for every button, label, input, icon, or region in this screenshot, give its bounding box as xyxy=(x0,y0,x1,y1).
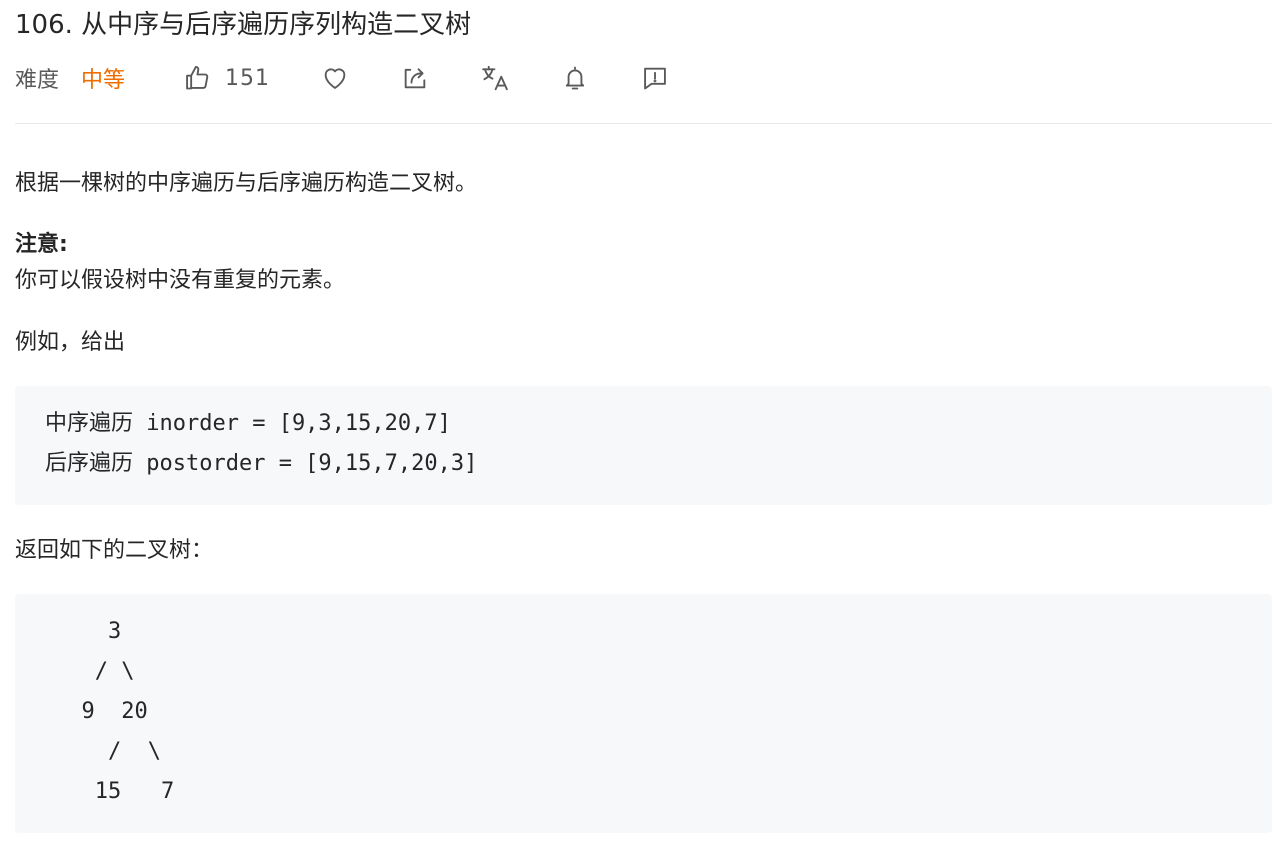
difficulty-value: 中等 xyxy=(81,68,126,93)
difficulty: 难度 中等 xyxy=(15,58,125,98)
share-icon xyxy=(401,64,429,92)
result-intro: 返回如下的二叉树： xyxy=(15,538,214,563)
problem-meta-bar: 难度 中等 151 xyxy=(15,58,715,98)
example-code-block: 中序遍历 inorder = [9,3,15,20,7] 后序遍历 postor… xyxy=(15,386,1272,505)
like-button[interactable]: 151 xyxy=(183,58,270,98)
feedback-button[interactable] xyxy=(639,58,671,98)
difficulty-label: 难度 xyxy=(15,68,60,93)
translate-button[interactable] xyxy=(479,58,511,98)
tree-code-block: 3 / \ 9 20 / \ 15 7 xyxy=(15,594,1272,833)
like-count: 151 xyxy=(225,65,270,91)
header-divider xyxy=(15,123,1272,124)
problem-intro: 根据一棵树的中序遍历与后序遍历构造二叉树。 xyxy=(15,171,478,196)
example-code: 中序遍历 inorder = [9,3,15,20,7] 后序遍历 postor… xyxy=(45,411,478,476)
problem-title: 106. 从中序与后序遍历序列构造二叉树 xyxy=(15,10,472,40)
thumbs-up-icon xyxy=(183,64,211,92)
example-intro: 例如，给出 xyxy=(15,330,126,355)
subscribe-button[interactable] xyxy=(559,58,591,98)
favorite-button[interactable] xyxy=(319,58,351,98)
bell-icon xyxy=(561,64,589,92)
heart-icon xyxy=(321,64,349,92)
feedback-icon xyxy=(641,64,669,92)
share-button[interactable] xyxy=(399,58,431,98)
note-body: 你可以假设树中没有重复的元素。 xyxy=(15,268,346,293)
problem-page: 106. 从中序与后序遍历序列构造二叉树 难度 中等 151 根据一棵树的中序遍… xyxy=(0,0,1286,850)
note-title: 注意: xyxy=(15,232,68,257)
tree-diagram: 3 / \ 9 20 / \ 15 7 xyxy=(81,619,175,804)
translate-icon xyxy=(480,63,510,93)
